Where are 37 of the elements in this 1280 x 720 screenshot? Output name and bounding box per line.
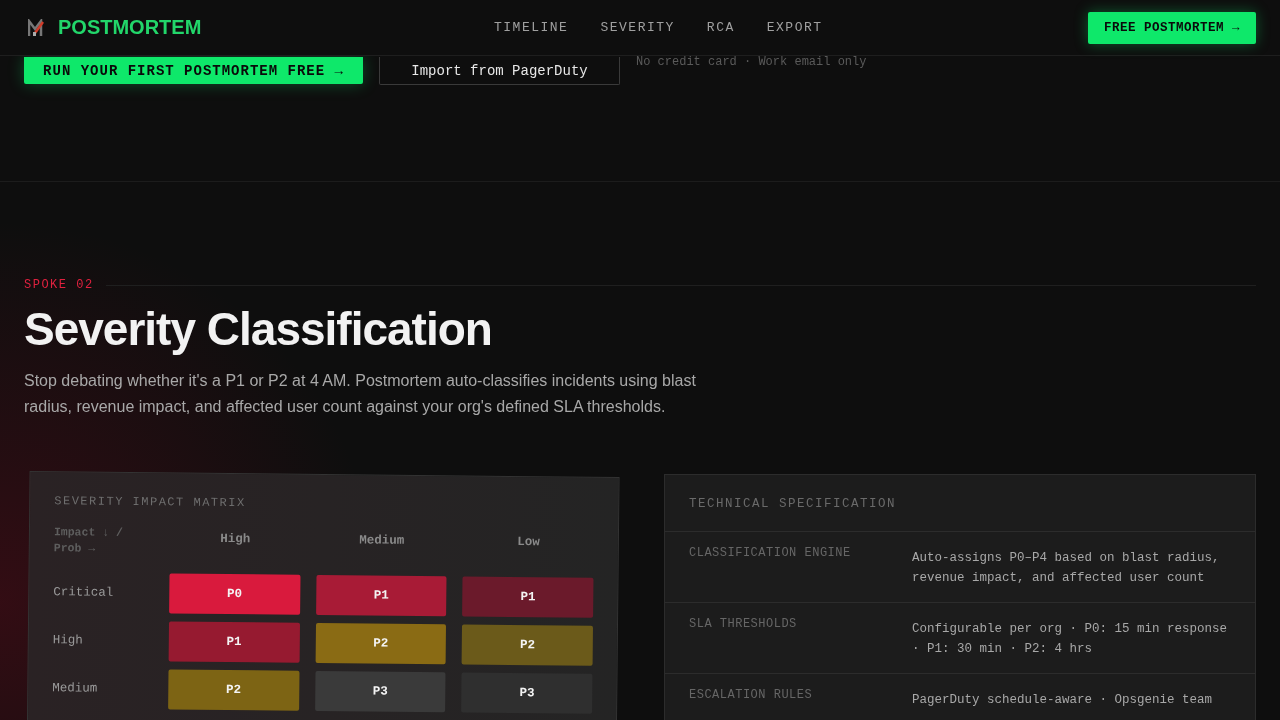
row-header: Medium [52, 681, 99, 697]
section-eyebrow: SPOKE 02 [24, 278, 94, 292]
logo-icon [28, 18, 46, 37]
nav-link[interactable]: EXPORT [766, 20, 823, 35]
section-title: Severity Classification [24, 302, 493, 356]
axis-label: Impact ↓ / Prob → [53, 524, 125, 557]
severity-cell: P3 [314, 670, 446, 713]
spec-key: ESCALATION RULES [689, 688, 912, 710]
severity-cell: P2 [315, 622, 447, 665]
severity-cell: P1 [462, 576, 594, 618]
row-header: High [52, 633, 84, 649]
spec-key: CLASSIFICATION ENGINE [689, 546, 912, 588]
severity-cell: P3 [461, 672, 593, 714]
spec-value: Configurable per org · P0: 15 min response · P1: 30 min · P2: 4 hrs [912, 621, 1229, 658]
row-header: Critical [53, 585, 115, 601]
column-header: Medium [358, 532, 406, 549]
spec-value: PagerDuty schedule-aware · Opsgenie team [912, 692, 1214, 709]
cta-button[interactable]: FREE POSTMORTEM → [1087, 11, 1256, 44]
severity-cell: P0 [169, 573, 301, 615]
severity-cell: P2 [168, 669, 300, 711]
spec-key: SLA THRESHOLDS [689, 617, 912, 659]
severity-cell: P2 [461, 624, 593, 666]
section-lead: Stop debating whether it's a P1 or P2 at 4 AM. Postmortem auto-classifies incidents using blast radius, revenue impact, and affected user count against your org's defined SLA thresholds. [24, 371, 697, 417]
severity-cell: P1 [168, 621, 300, 663]
spec-value: Auto-assigns P0–P4 based on blast radius, revenue impact, and affected user count [912, 550, 1221, 587]
column-header: Low [516, 534, 541, 550]
matrix-title: SEVERITY IMPACT MATRIX [54, 494, 247, 513]
start-button[interactable]: RUN YOUR FIRST POSTMORTEM FREE → [24, 57, 363, 84]
signup-note: No credit card · Work email only [636, 55, 867, 69]
spec-title: TECHNICAL SPECIFICATION [665, 475, 1255, 532]
import-button[interactable]: Import from PagerDuty [379, 57, 620, 85]
nav-link[interactable]: RCA [706, 20, 735, 35]
nav-link[interactable]: SEVERITY [600, 20, 675, 35]
severity-cell: P1 [315, 574, 447, 617]
nav-link[interactable]: TIMELINE [494, 20, 569, 35]
brand-name: POSTMORTEM [58, 16, 202, 39]
column-header: High [219, 531, 252, 547]
